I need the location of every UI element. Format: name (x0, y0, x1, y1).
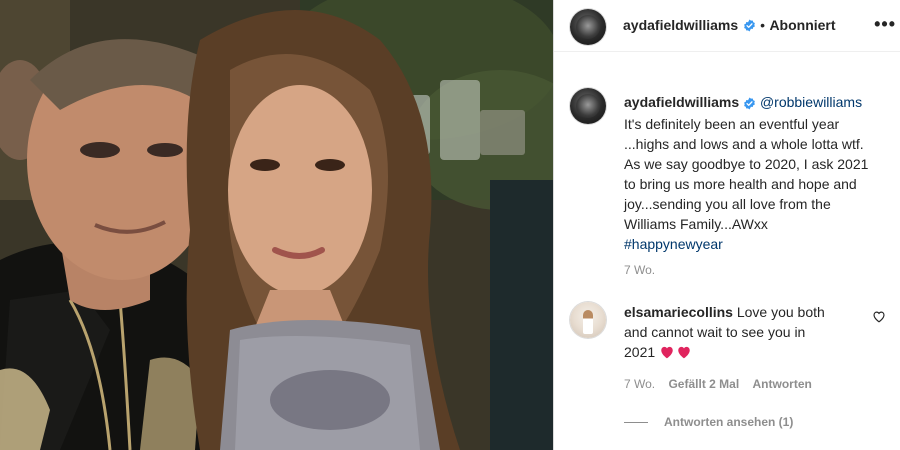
photo-illustration (0, 0, 553, 450)
post-photo[interactable] (0, 0, 553, 450)
comment-line: and cannot wait to see you in (624, 324, 806, 340)
verified-badge-icon (743, 19, 755, 32)
commenter-username[interactable]: elsamariecollins (624, 304, 733, 320)
caption-author-username[interactable]: aydafieldwilliams (624, 94, 739, 110)
comment-meta: 7 Wo. Gefällt 2 Mal Antworten (624, 377, 812, 391)
comment-reply-button[interactable]: Antworten (753, 377, 812, 391)
avatar-image (576, 94, 600, 118)
heart-outline-icon[interactable] (872, 310, 886, 323)
comment-line: 2021 (624, 344, 656, 360)
comment-timestamp[interactable]: 7 Wo. (624, 377, 655, 391)
post-header: aydafieldwilliams • Abonniert ••• (554, 0, 900, 52)
caption-line: It's definitely been an eventful year (624, 116, 840, 132)
mention-link[interactable]: @robbiewilliams (760, 94, 862, 110)
avatar-image (576, 15, 600, 39)
hashtag-link[interactable]: #happynewyear (624, 234, 889, 254)
caption-line: joy...sending you all love from the (624, 196, 831, 212)
separator-dot: • (760, 17, 765, 33)
caption-line: As we say goodbye to 2020, I ask 2021 (624, 156, 869, 172)
view-replies-label: Antworten ansehen (1) (664, 415, 794, 429)
view-replies-button[interactable]: Antworten ansehen (1) (624, 415, 793, 429)
avatar-image (583, 310, 593, 334)
caption-author-avatar[interactable] (570, 88, 606, 124)
caption-timestamp[interactable]: 7 Wo. (624, 263, 655, 277)
comment-body: elsamariecollins Love you both and canno… (624, 302, 859, 362)
caption-header: aydafieldwilliams @robbiewilliams (624, 94, 862, 110)
commenter-avatar[interactable] (570, 302, 606, 338)
replies-line (624, 422, 648, 424)
caption-line: Williams Family...AWxx (624, 216, 768, 232)
author-username[interactable]: aydafieldwilliams (623, 17, 738, 33)
comment-line: Love you both (736, 304, 825, 320)
caption-text: It's definitely been an eventful year ..… (624, 114, 889, 254)
caption-line: to bring us more health and hope and (624, 176, 857, 192)
caption-line: ...highs and lows and a whole lotta wtf. (624, 136, 864, 152)
follow-status-button[interactable]: Abonniert (769, 17, 835, 33)
more-horizontal-icon[interactable]: ••• (874, 14, 896, 35)
header-meta: aydafieldwilliams • Abonniert (623, 17, 836, 35)
comment-likes-link[interactable]: Gefällt 2 Mal (668, 377, 739, 391)
red-heart-icon (661, 346, 673, 359)
verified-badge-icon (744, 97, 755, 110)
comment-emoji (659, 344, 692, 360)
red-heart-icon (678, 346, 690, 359)
post-details-panel: aydafieldwilliams • Abonniert ••• aydafi… (554, 0, 900, 450)
author-avatar[interactable] (570, 9, 606, 45)
